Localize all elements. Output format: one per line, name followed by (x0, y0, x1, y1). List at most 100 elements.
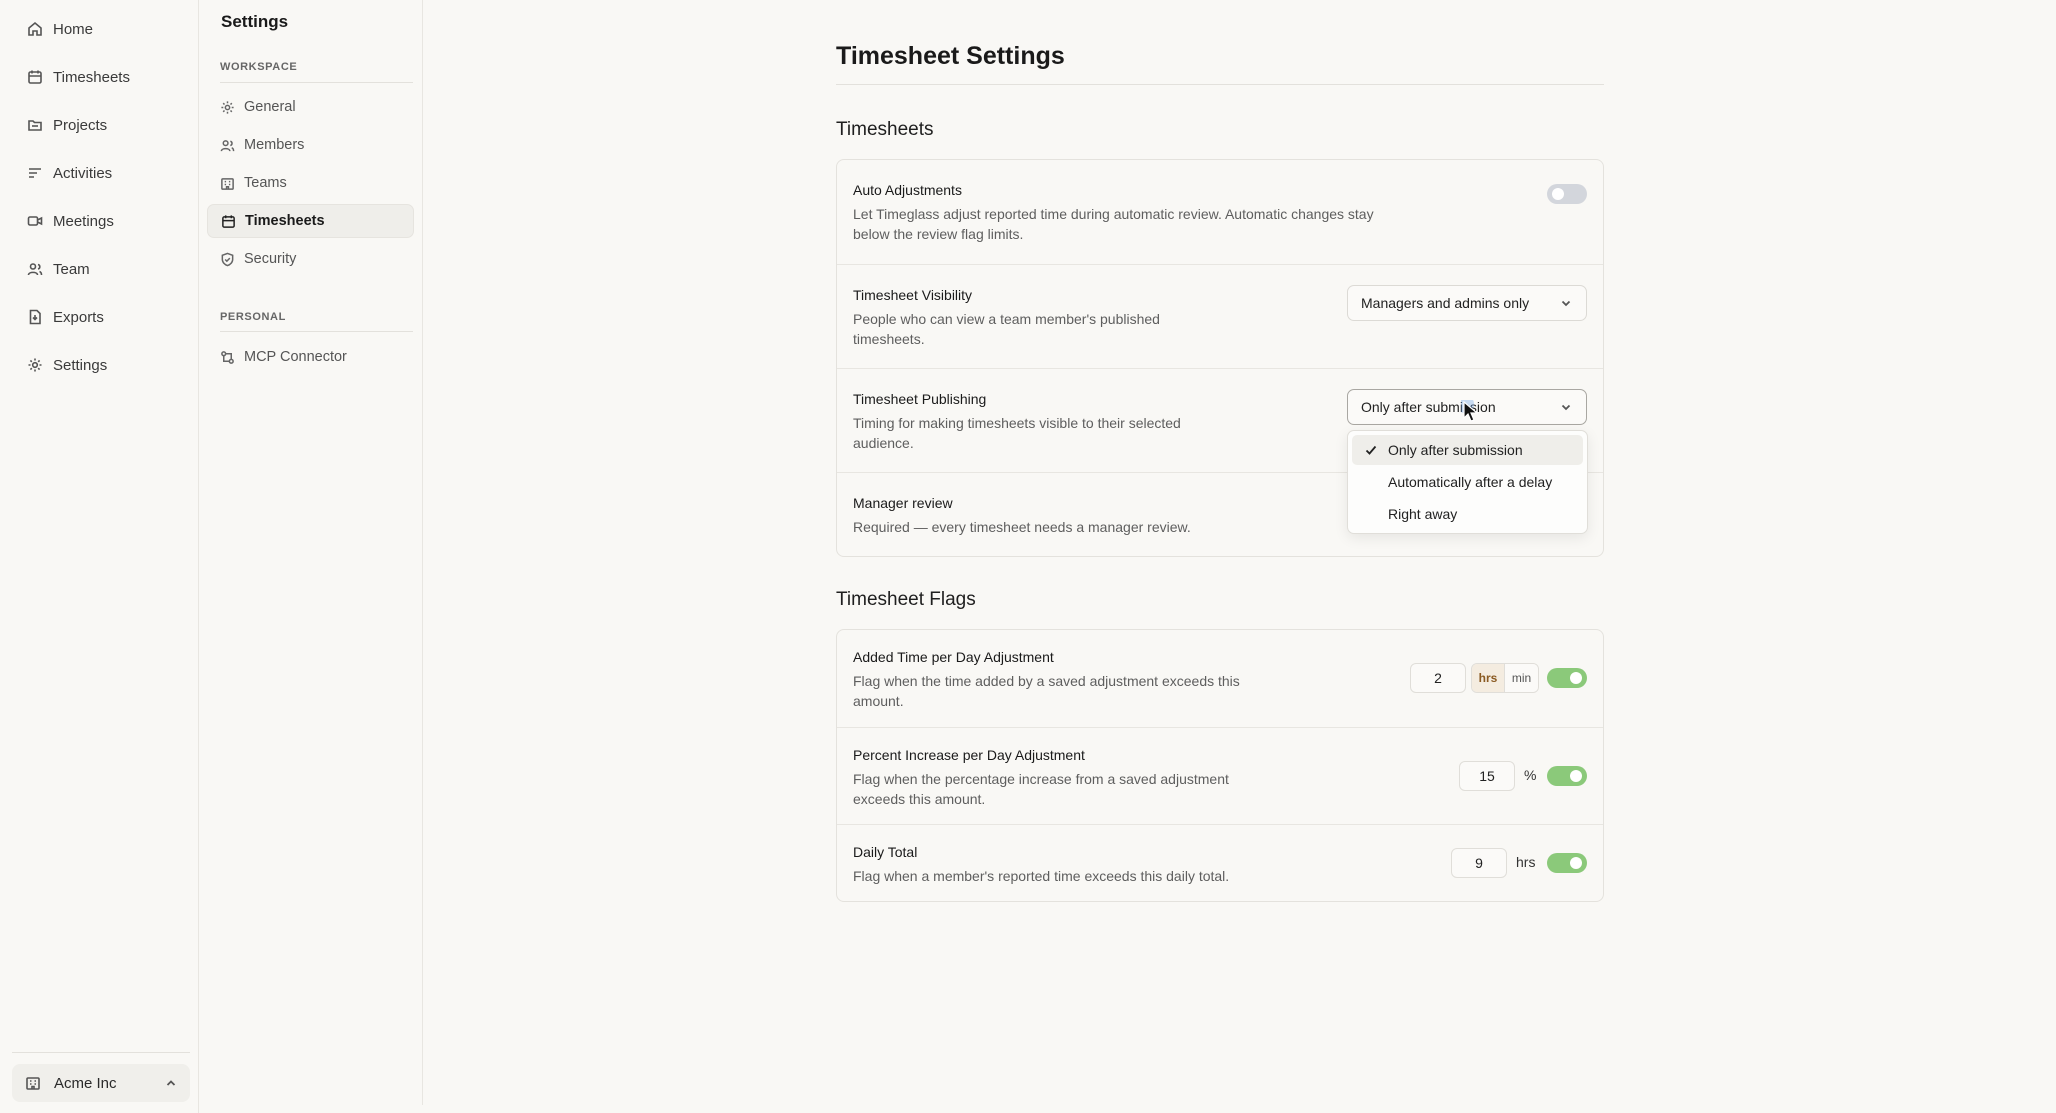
percent-unit: % (1524, 767, 1537, 783)
desc-line: below the review flag limits. (853, 226, 1024, 242)
toggle-knob (1570, 672, 1582, 684)
daily-total-toggle[interactable] (1547, 853, 1587, 873)
home-icon (28, 21, 42, 36)
nav-item-label: Home (53, 20, 94, 38)
desc-line: Flag when the percentage increase from a… (853, 771, 1229, 787)
option-label: Only after submission (1388, 442, 1523, 458)
settings-sidebar: Settings WORKSPACE General Members Teams… (199, 0, 423, 1105)
toggle-knob (1552, 188, 1564, 200)
desc-line: amount. (853, 693, 904, 709)
added-time-row: Added Time per Day Adjustment Flag when … (837, 630, 1603, 727)
workspace-switcher[interactable]: Acme Inc (12, 1064, 190, 1102)
percent-increase-input[interactable]: 15 (1459, 761, 1515, 791)
users-icon (27, 263, 43, 276)
subnav-item-teams[interactable]: Teams (207, 166, 414, 200)
nav-item-label: Settings (53, 356, 108, 374)
subnav-item-general[interactable]: General (207, 90, 414, 124)
added-time-label: Added Time per Day Adjustment (853, 649, 1054, 665)
gear-icon (221, 100, 234, 114)
users-icon (220, 139, 235, 151)
desc-line: audience. (853, 435, 914, 451)
subnav-item-label: Timesheets (245, 213, 325, 229)
file-icon (29, 309, 41, 325)
publishing-dropdown-menu: Only after submission Automatically afte… (1347, 430, 1588, 534)
desc-line: People who can view a team member's publ… (853, 311, 1160, 327)
desc-line: Let Timeglass adjust reported time durin… (853, 206, 1374, 222)
percent-increase-row: Percent Increase per Day Adjustment Flag… (837, 727, 1603, 824)
publishing-label: Timesheet Publishing (853, 391, 987, 407)
auto-adjustments-row: Auto Adjustments Let Timeglass adjust re… (837, 160, 1603, 264)
check-icon (1365, 445, 1377, 455)
added-time-input[interactable]: 2 (1410, 663, 1466, 693)
daily-total-unit: hrs (1516, 854, 1536, 870)
auto-adjustments-toggle[interactable] (1547, 184, 1587, 204)
nav-item-team[interactable]: Team (27, 253, 90, 285)
subnav-item-security[interactable]: Security (207, 242, 414, 276)
subnav-item-label: Teams (244, 175, 287, 191)
video-icon (27, 216, 43, 226)
added-time-desc: Flag when the time added by a saved adju… (853, 671, 1240, 711)
subnav-item-label: General (244, 99, 296, 115)
nav-item-activities[interactable]: Activities (27, 157, 112, 189)
section-divider (220, 331, 413, 332)
calendar-icon (222, 214, 235, 228)
visibility-select[interactable]: Managers and admins only (1347, 285, 1587, 321)
building-icon (221, 177, 234, 190)
toggle-knob (1570, 770, 1582, 782)
auto-adjustments-desc: Let Timeglass adjust reported time durin… (853, 204, 1374, 244)
nav-item-label: Exports (53, 308, 104, 326)
subnav-item-label: Members (244, 137, 305, 153)
unit-hrs-button[interactable]: hrs (1472, 664, 1505, 692)
workspace-heading: WORKSPACE (220, 61, 298, 73)
option-label: Automatically after a delay (1388, 474, 1553, 490)
building-icon (26, 1077, 40, 1090)
nav-item-home[interactable]: Home (27, 13, 93, 45)
calendar-icon (28, 70, 42, 84)
subnav-item-timesheets[interactable]: Timesheets (207, 204, 414, 238)
nav-item-label: Meetings (53, 212, 114, 230)
page-title: Timesheet Settings (836, 42, 1065, 70)
title-divider (836, 84, 1604, 85)
folder-icon (28, 120, 42, 131)
option-label: Right away (1388, 506, 1458, 522)
subnav-item-members[interactable]: Members (207, 128, 414, 162)
toggle-knob (1570, 857, 1582, 869)
auto-adjustments-label: Auto Adjustments (853, 182, 962, 198)
visibility-desc: People who can view a team member's publ… (853, 309, 1160, 349)
nav-item-label: Activities (53, 164, 113, 182)
daily-total-desc: Flag when a member's reported time excee… (853, 868, 1230, 884)
subnav-item-mcp-connector[interactable]: MCP Connector (207, 340, 414, 374)
added-time-toggle[interactable] (1547, 668, 1587, 688)
publishing-option[interactable]: Right away (1352, 499, 1583, 529)
workspace-name: Acme Inc (54, 1074, 117, 1092)
mouse-cursor-icon (1461, 400, 1479, 422)
gear-icon (28, 358, 42, 372)
nav-item-label: Team (53, 260, 90, 278)
desc-line: Flag when the time added by a saved adju… (853, 673, 1240, 689)
nav-item-projects[interactable]: Projects (27, 109, 107, 141)
nav-item-timesheets[interactable]: Timesheets (27, 61, 130, 93)
desc-line: exceeds this amount. (853, 791, 986, 807)
percent-increase-desc: Flag when the percentage increase from a… (853, 769, 1229, 809)
daily-total-label: Daily Total (853, 844, 918, 860)
chevron-up-icon (166, 1080, 176, 1086)
nav-item-label: Timesheets (53, 68, 130, 86)
primary-sidebar: Home Timesheets Projects Activities Meet… (0, 0, 199, 1113)
nav-item-exports[interactable]: Exports (27, 301, 104, 333)
manager-review-desc: Required — every timesheet needs a manag… (853, 519, 1191, 535)
daily-total-input[interactable]: 9 (1451, 848, 1507, 878)
unit-min-button[interactable]: min (1505, 664, 1538, 692)
visibility-label: Timesheet Visibility (853, 287, 973, 303)
nav-item-settings[interactable]: Settings (27, 349, 107, 381)
chevron-down-icon (1561, 404, 1571, 411)
visibility-value: Managers and admins only (1361, 295, 1530, 311)
manager-review-label: Manager review (853, 495, 953, 511)
section-divider (220, 82, 413, 83)
publishing-option[interactable]: Only after submission (1352, 435, 1583, 465)
percent-increase-toggle[interactable] (1547, 766, 1587, 786)
list-icon (29, 168, 41, 178)
publishing-option[interactable]: Automatically after a delay (1352, 467, 1583, 497)
desc-line: timesheets. (853, 331, 925, 347)
nav-item-meetings[interactable]: Meetings (27, 205, 114, 237)
chevron-down-icon (1561, 300, 1571, 307)
